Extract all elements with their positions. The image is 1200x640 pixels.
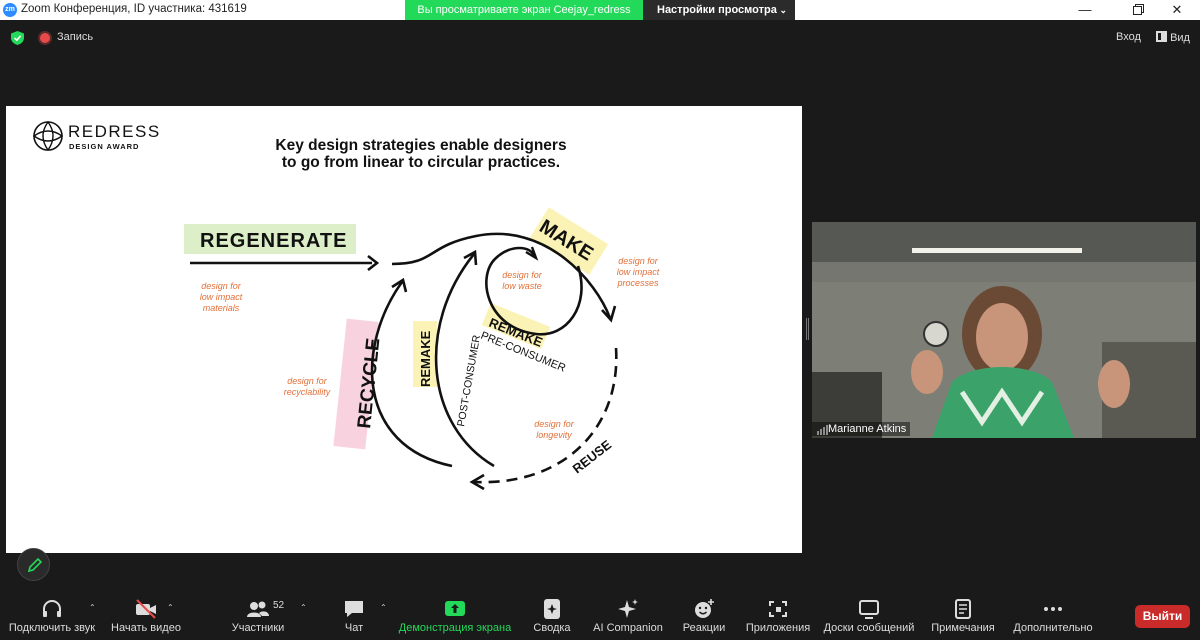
video-options-chevron-icon[interactable]: ⌃ [167, 603, 174, 612]
meeting-toolbar: Подключить звук ⌃ Начать видео ⌃ Участни… [0, 590, 1200, 640]
notes-label: Примечания [931, 622, 995, 634]
note-longevity-2: longevity [536, 430, 572, 440]
slide-canvas: REDRESS DESIGN AWARD Key design strategi… [32, 120, 660, 491]
label-post-consumer: POST-CONSUMER [455, 334, 483, 428]
video-frame [812, 222, 1196, 438]
label-reuse: REUSE [570, 437, 615, 477]
share-screen-label: Демонстрация экрана [398, 622, 512, 634]
note-waste-2: low waste [502, 281, 542, 291]
summary-label: Сводка [533, 622, 571, 634]
whiteboards-label: Доски сообщений [823, 622, 915, 634]
window-title: Zoom Конференция, ID участника: 431619 [21, 3, 247, 15]
whiteboards-button[interactable]: Доски сообщений [822, 590, 916, 640]
whiteboard-icon [859, 600, 879, 619]
share-screen-button[interactable]: Демонстрация экрана [396, 590, 514, 640]
redress-logo-icon [32, 120, 64, 152]
slide-title-line2: to go from linear to circular practices. [282, 154, 560, 171]
minimize-icon[interactable]: — [1062, 0, 1108, 20]
view-settings-button[interactable]: Настройки просмотра ⌄ [643, 0, 795, 20]
reactions-button[interactable]: Реакции [678, 590, 730, 640]
note-waste-1: design for [502, 270, 543, 280]
apps-button[interactable]: Приложения [742, 590, 814, 640]
participant-name: Marianne Atkins [812, 422, 911, 436]
note-materials-1: design for [201, 281, 242, 291]
recycle-arrow [370, 281, 453, 468]
notes-icon [955, 599, 971, 619]
more-label: Дополнительно [1013, 622, 1093, 634]
signin-button[interactable]: Вход [1116, 31, 1141, 43]
join-audio-label: Подключить звук [8, 622, 96, 634]
note-processes-2: low impact [617, 267, 660, 277]
chevron-down-icon: ⌄ [779, 5, 787, 15]
share-banner: Вы просматриваете экран Ceejay_redress [405, 0, 643, 20]
apps-icon [769, 601, 787, 617]
participants-options-chevron-icon[interactable]: ⌃ [300, 603, 307, 612]
recording-icon [40, 33, 50, 43]
note-longevity-1: design for [534, 419, 575, 429]
start-video-label: Начать видео [111, 622, 181, 634]
note-recyclability-2: recyclability [284, 387, 331, 397]
logo-name: REDRESS [68, 122, 161, 141]
share-screen-icon [445, 601, 465, 616]
ai-companion-button[interactable]: AI Companion [590, 590, 666, 640]
view-layout-icon [1156, 31, 1167, 42]
label-remake-post: REMAKE [418, 330, 433, 387]
reaction-smiley-icon [695, 599, 714, 618]
apps-label: Приложения [745, 622, 811, 634]
participants-count: 52 [273, 600, 285, 611]
chat-options-chevron-icon[interactable]: ⌃ [380, 603, 387, 612]
logo-subtitle: DESIGN AWARD [69, 142, 139, 151]
participants-icon [247, 601, 269, 617]
chat-label: Чат [344, 622, 364, 634]
view-button-label: Вид [1170, 32, 1190, 44]
zoom-window: zm Zoom Конференция, ID участника: 43161… [0, 0, 1200, 640]
annotate-button[interactable] [17, 548, 50, 581]
view-settings-label: Настройки просмотра [657, 4, 777, 16]
view-button[interactable]: Вид [1156, 31, 1196, 44]
more-dots-icon [1044, 607, 1062, 611]
note-processes-1: design for [618, 256, 659, 266]
reactions-label: Реакции [682, 622, 726, 634]
summary-icon [544, 599, 560, 619]
note-materials-3: materials [203, 303, 240, 313]
recording-label[interactable]: Запись [57, 31, 93, 43]
note-recyclability-1: design for [287, 376, 328, 386]
pencil-icon [27, 557, 43, 573]
sparkle-icon [618, 599, 638, 618]
shared-screen: REDRESS DESIGN AWARD Key design strategi… [6, 106, 802, 553]
security-shield-icon[interactable] [11, 31, 24, 45]
leave-button[interactable]: Выйти [1135, 605, 1190, 628]
video-off-icon [136, 599, 156, 619]
participants-button[interactable]: Участники [224, 590, 292, 640]
headphones-icon [43, 600, 61, 617]
note-processes-3: processes [616, 278, 659, 288]
chat-icon [345, 601, 363, 617]
close-icon[interactable]: ✕ [1154, 0, 1200, 20]
note-materials-2: low impact [200, 292, 243, 302]
split-view-handle[interactable] [806, 318, 809, 340]
start-video-button[interactable]: Начать видео [110, 590, 182, 640]
slide-title-line1: Key design strategies enable designers [275, 137, 566, 154]
participant-video[interactable]: Marianne Atkins [812, 222, 1196, 438]
audio-options-chevron-icon[interactable]: ⌃ [89, 603, 96, 612]
chat-button[interactable]: Чат [330, 590, 378, 640]
zoom-logo-icon: zm [3, 3, 17, 17]
more-button[interactable]: Дополнительно [1010, 590, 1096, 640]
summary-button[interactable]: Сводка [526, 590, 578, 640]
participants-label: Участники [231, 622, 285, 634]
title-bar: zm Zoom Конференция, ID участника: 43161… [0, 0, 1200, 20]
notes-button[interactable]: Примечания [926, 590, 1000, 640]
label-regenerate: REGENERATE [200, 230, 347, 252]
ai-companion-label: AI Companion [593, 622, 663, 634]
join-audio-button[interactable]: Подключить звук [0, 590, 104, 640]
